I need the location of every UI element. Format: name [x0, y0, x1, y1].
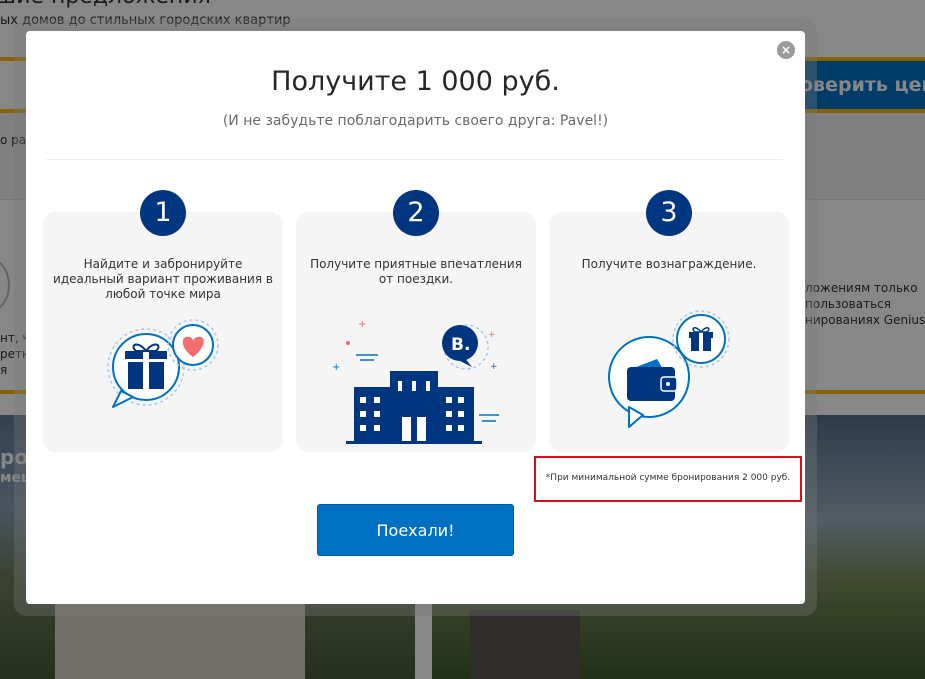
modal-title: Получите 1 000 руб. — [271, 66, 560, 97]
step-text: Найдите и забронируйте идеальный вариант… — [53, 257, 273, 301]
wallet-gift-icon — [608, 310, 730, 428]
booking-badge: B. — [451, 335, 470, 355]
svg-text:+: + — [488, 330, 496, 340]
step-text: Получите вознаграждение. — [581, 257, 757, 271]
gift-heart-icon — [107, 319, 219, 408]
step-number-badge: 2 — [393, 190, 439, 236]
step-text: Получите приятные впечатления от поездки… — [310, 257, 522, 286]
minimum-booking-note: *При минимальной сумме бронирования 2 00… — [534, 456, 802, 502]
step-card-3: 3 Получите вознаграждение. — [549, 190, 789, 452]
step-card-1: 1 Найдите и забронируйте идеальный вариа… — [43, 190, 283, 452]
modal-subtitle: (И не забудьте поблагодарить своего друг… — [222, 113, 609, 129]
step-number-badge: 3 — [646, 190, 692, 236]
step-card-2: 2 Получите приятные впечатления от поезд… — [296, 190, 536, 452]
go-button[interactable]: Поехали! — [317, 504, 514, 556]
close-icon[interactable]: × — [777, 41, 795, 59]
step-number-badge: 1 — [140, 190, 186, 236]
svg-text:+: + — [332, 362, 340, 373]
note-text: *При минимальной сумме бронирования 2 00… — [545, 473, 791, 483]
svg-text:+: + — [490, 362, 498, 372]
hotel-building-icon: + + + + B. — [332, 319, 499, 444]
svg-text:+: + — [358, 319, 366, 330]
modal-divider — [46, 159, 783, 160]
referral-modal: × Получите 1 000 руб. (И не забудьте поб… — [26, 31, 805, 604]
